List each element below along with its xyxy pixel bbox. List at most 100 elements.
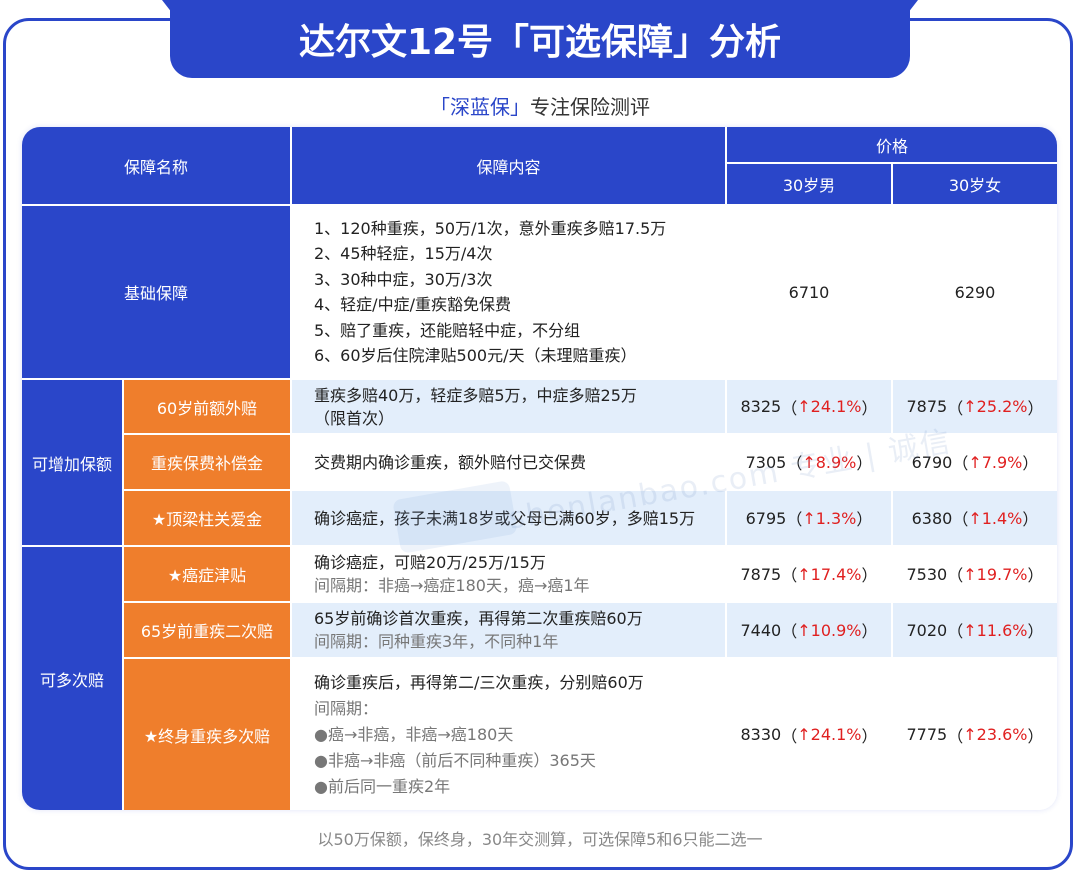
option-content: 确诊癌症，可赔20万/25万/15万间隔期：非癌→癌症180天，癌→癌1年 [292,547,725,601]
header-male-text: 30岁男 [782,176,836,195]
basic-line: 5、赔了重疾，还能赔轻中症，不分组 [314,320,581,340]
option-price-female: 6380 （↑ 1.4%） [893,491,1057,545]
header-male: 30岁男 [727,164,891,204]
up-arrow-icon: ↑ [963,564,977,584]
group-multi-label: 可多次赔 [39,670,104,690]
brand-name: 「深蓝保」 [430,95,530,119]
price-increase-percent: 19.7% [976,564,1028,584]
up-arrow-icon: ↑ [963,725,977,744]
option-name: ★癌症津贴 [124,547,290,601]
option-price-male: 7305 （↑ 8.9%） [727,435,891,489]
open-paren: （ [947,726,964,746]
basic-price-female: 6290 [893,206,1057,378]
option-price-male: 8330 （↑ 24.1%） [727,659,891,810]
up-arrow-icon: ↑ [963,397,977,416]
basic-line: 3、30种中症，30万/3次 [314,269,493,289]
up-arrow-icon: ↑ [797,725,811,744]
header-female: 30岁女 [893,164,1057,204]
header-content: 保障内容 [292,127,725,204]
footer-note: 以50万保额，保终身，30年交测算，可选保障5和6只能二选一 [317,830,763,849]
open-paren: （ [781,566,798,585]
close-paren: ） [861,726,878,746]
price-value: 6790 [911,452,953,472]
open-paren: （ [947,622,964,641]
option-name: 65岁前重疾二次赔 [124,603,290,657]
option-content: 65岁前确诊首次重疾，再得第二次重疾赔60万 间隔期：同种重疾3年，不同种1年 [292,603,725,657]
price-value: 7875 [740,564,782,584]
price-increase-percent: 1.4% [981,508,1023,528]
option-content: 确诊重疾后，再得第二/三次重疾，分别赔60万 间隔期： ●癌→非癌，非癌→癌180天… [292,659,725,810]
option-name-text: ★顶梁柱关爱金 [151,510,263,529]
price-increase-percent: 17.4% [810,564,862,584]
price-value: 7020 [906,620,948,640]
group-basic: 基础保障 [22,206,290,378]
option-content: 重疾多赔40万，轻症多赔5万，中症多赔25万 （限首次） [292,380,725,433]
basic-line: 2、45种轻症，15万/4次 [314,244,493,263]
option-name-text: ★终身重疾多次赔 [143,726,271,746]
price-value: 6795 [745,508,787,528]
close-paren: ） [1022,510,1039,529]
group-addable-label: 可增加保额 [31,454,112,474]
option-name: ★顶梁柱关爱金 [124,491,290,545]
price-increase-percent: 1.3% [815,508,857,528]
basic-price-female-value: 6290 [954,282,996,302]
open-paren: （ [947,398,964,418]
option-price-female: 6790 （↑ 7.9%） [893,435,1057,489]
group-basic-label: 基础保障 [123,284,188,303]
close-paren: ） [1027,566,1044,585]
group-addable: 可增加保额 [22,380,122,545]
price-increase-percent: 23.6% [976,725,1028,744]
close-paren: ） [861,566,878,585]
option-interval-line: 间隔期：非癌→癌症180天，癌→癌1年 [314,576,590,595]
header-female-text: 30岁女 [948,176,1002,195]
up-arrow-icon: ↑ [802,452,816,472]
page-title-text: 达尔文12号「可选保障」分析 [298,22,782,63]
option-content-line: 确诊癌症，可赔20万/25万/15万 [314,553,546,572]
price-increase-percent: 10.9% [810,620,862,640]
up-arrow-icon: ↑ [963,620,977,640]
option-name: ★终身重疾多次赔 [124,659,290,810]
option-content-line: 65岁前确诊首次重疾，再得第二次重疾赔60万 [314,609,643,628]
up-arrow-icon: ↑ [802,508,816,528]
up-arrow-icon: ↑ [797,397,811,416]
price-increase-percent: 25.2% [976,397,1028,416]
option-name-text: 重疾保费补偿金 [150,454,263,473]
price-increase-percent: 11.6% [976,620,1028,640]
price-value: 8325 [740,397,782,416]
option-interval-line: ●前后同一重疾2年 [314,776,451,796]
option-content-line: （限首次） [314,408,395,428]
close-paren: ） [861,622,878,641]
open-paren: （ [952,510,969,529]
option-price-female: 7020 （↑ 11.6%） [893,603,1057,657]
option-content: 交费期内确诊重疾，额外赔付已交保费 [292,435,725,489]
option-content-line: 交费期内确诊重疾，额外赔付已交保费 [314,452,587,472]
option-name: 重疾保费补偿金 [124,435,290,489]
up-arrow-icon: ↑ [797,620,811,640]
option-interval-line: ●非癌→非癌（前后不同种重疾）365天 [314,750,596,770]
open-paren: （ [781,622,798,641]
price-increase-percent: 7.9% [981,452,1023,472]
subtitle: 「深蓝保」专注保险测评 [0,91,1080,120]
up-arrow-icon: ↑ [968,508,982,528]
price-increase-percent: 24.1% [810,725,862,744]
price-value: 7875 [906,397,948,416]
header-name-text: 保障名称 [123,157,188,177]
option-price-male: 8325 （↑ 24.1%） [727,380,891,433]
option-interval-line: 间隔期： [314,698,379,718]
price-value: 7440 [740,620,782,640]
close-paren: ） [856,454,873,473]
header-price: 价格 [727,127,1057,162]
price-increase-percent: 24.1% [810,397,862,416]
basic-price-male: 6710 [727,206,891,378]
up-arrow-icon: ↑ [797,564,811,584]
header-name: 保障名称 [22,127,290,204]
price-value: 7775 [906,725,948,744]
header-price-text: 价格 [875,136,908,156]
open-paren: （ [952,454,969,473]
option-content-line: 确诊重疾后，再得第二/三次重疾，分别赔60万 [314,672,644,692]
basic-line: 4、轻症/中症/重疾豁免保费 [314,295,511,314]
up-arrow-icon: ↑ [968,452,982,472]
close-paren: ） [1027,622,1044,641]
page-title: 达尔文12号「可选保障」分析 [170,0,910,78]
option-name-text: ★癌症津贴 [167,566,247,585]
